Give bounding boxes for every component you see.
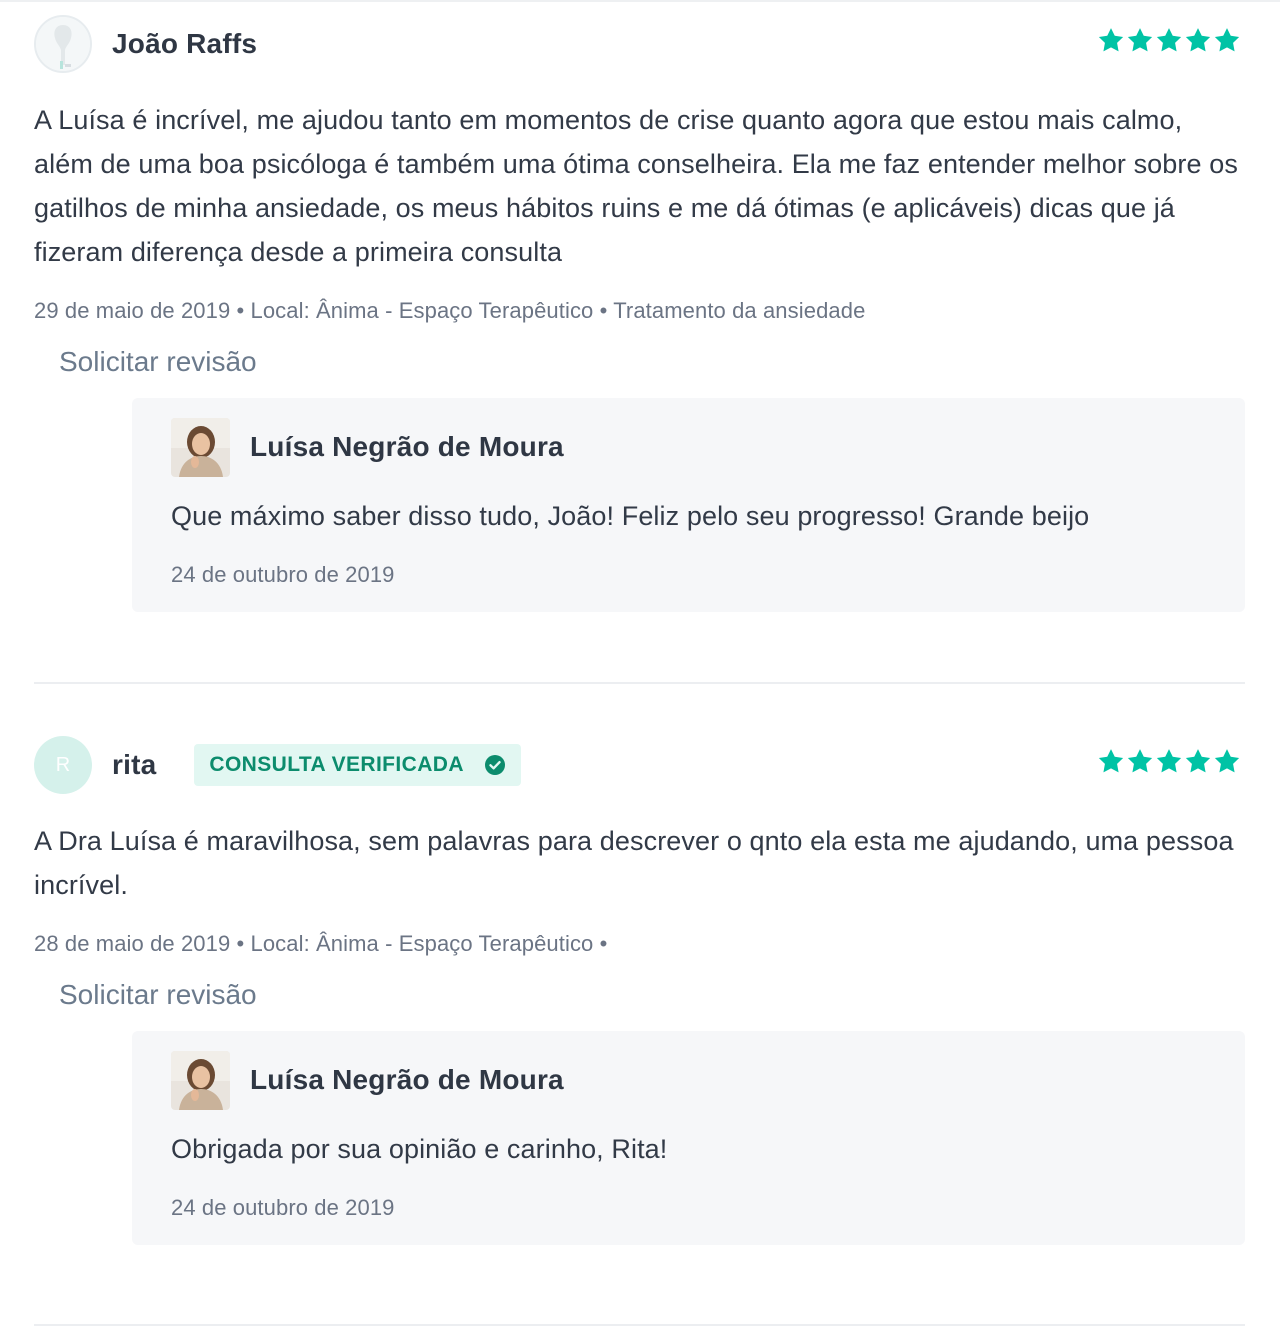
review-card: R rita CONSULTA VERIFICADA A Dra Luísa é… (34, 735, 1245, 1245)
review-meta: 28 de maio de 2019 • Local: Ânima - Espa… (34, 931, 608, 956)
avatar-initial: R (55, 753, 71, 776)
reply-header: Luísa Negrão de Moura (171, 417, 1206, 477)
star-icon (1156, 749, 1182, 773)
reply-author-name: Luísa Negrão de Moura (250, 1064, 564, 1095)
review-author-name: João Raffs (112, 28, 258, 59)
review-header: R rita CONSULTA VERIFICADA (34, 735, 1245, 795)
review-meta: 29 de maio de 2019 • Local: Ânima - Espa… (34, 298, 866, 323)
doctor-reply: Luísa Negrão de Moura Que máximo saber d… (132, 398, 1245, 612)
star-icon (1185, 28, 1211, 52)
reply-text: Obrigada por sua opinião e carinho, Rita… (171, 1134, 668, 1164)
doctor-photo-icon (171, 1050, 230, 1110)
user-avatar: R (34, 736, 92, 794)
star-icon (1098, 28, 1124, 52)
review-author-name: rita (112, 749, 157, 780)
verified-badge-label: CONSULTA VERIFICADA (209, 753, 464, 776)
star-icon (1127, 749, 1153, 773)
reply-date: 24 de outubro de 2019 (171, 1195, 395, 1220)
star-icon (1214, 749, 1240, 773)
star-icon (1214, 28, 1240, 52)
reply-date: 24 de outubro de 2019 (171, 562, 395, 587)
doctor-avatar (171, 417, 230, 477)
review-divider (34, 682, 1245, 684)
doctor-photo-icon (171, 417, 230, 477)
reply-header: Luísa Negrão de Moura (171, 1050, 1206, 1110)
top-divider (0, 0, 1280, 2)
review-header: João Raffs (34, 14, 1245, 74)
review-text: A Luísa é incrível, me ajudou tanto em m… (34, 105, 1238, 267)
star-icon (1185, 749, 1211, 773)
rating-stars (1097, 26, 1241, 54)
check-circle-icon (484, 755, 505, 775)
default-user-avatar-icon (36, 17, 90, 71)
rating-stars (1097, 747, 1241, 775)
star-icon (1098, 749, 1124, 773)
star-icon (1156, 28, 1182, 52)
star-icon (1127, 28, 1153, 52)
doctor-avatar (171, 1050, 230, 1110)
user-avatar (34, 15, 92, 73)
reply-text: Que máximo saber disso tudo, João! Feliz… (171, 501, 1090, 531)
reply-author-name: Luísa Negrão de Moura (250, 431, 564, 462)
verified-consultation-badge: CONSULTA VERIFICADA (194, 744, 521, 786)
doctor-reply: Luísa Negrão de Moura Obrigada por sua o… (132, 1031, 1245, 1245)
request-revision-link[interactable]: Solicitar revisão (59, 346, 257, 378)
review-text: A Dra Luísa é maravilhosa, sem palavras … (34, 826, 1234, 900)
request-revision-link[interactable]: Solicitar revisão (59, 979, 257, 1011)
review-divider (34, 1324, 1245, 1326)
review-card: João Raffs A Luísa é incrível, me ajudou… (34, 14, 1245, 612)
